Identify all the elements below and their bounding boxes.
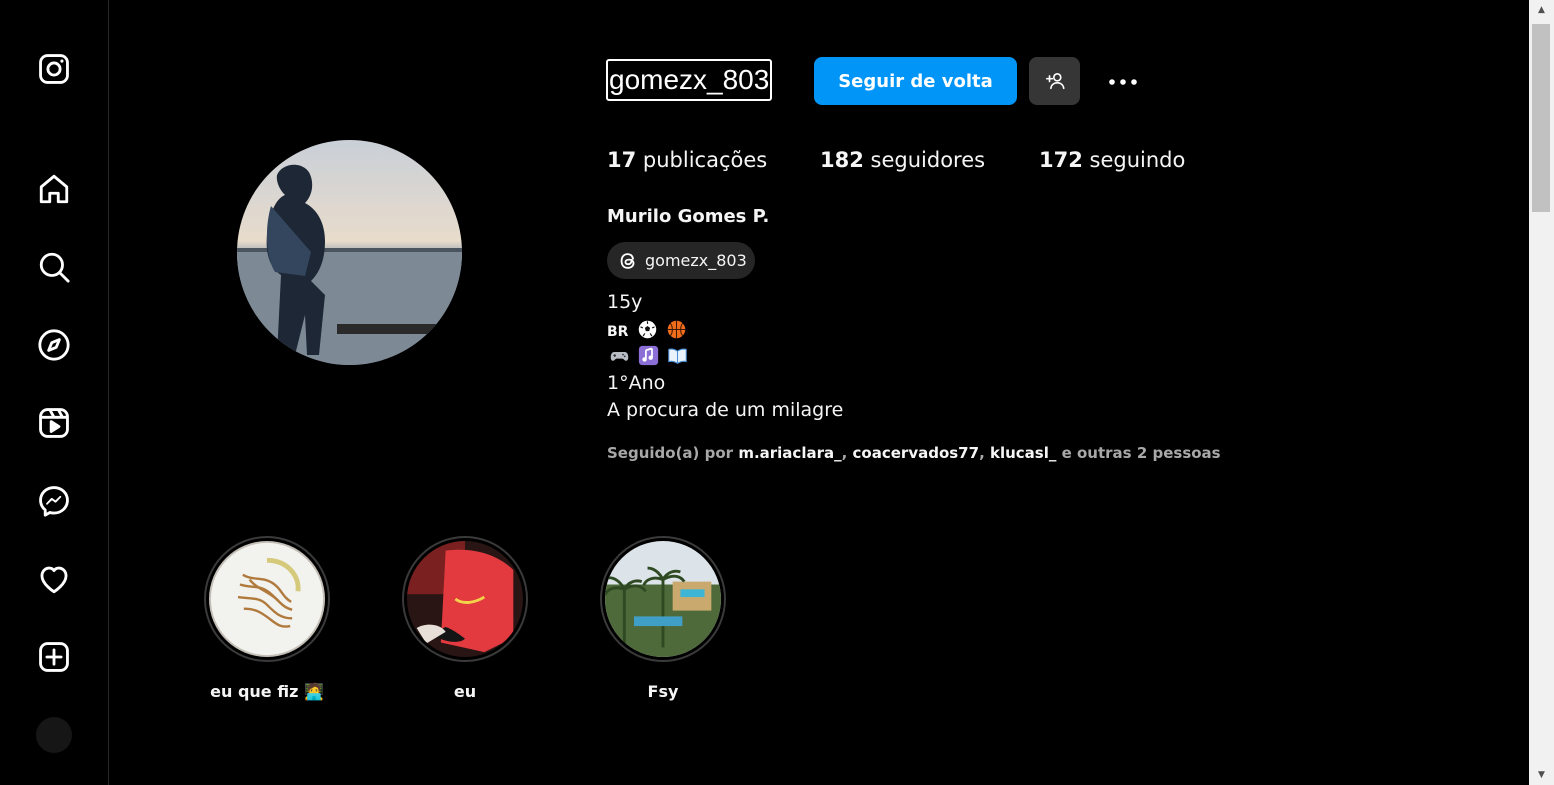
profile-full-name: Murilo Gomes P. (607, 206, 770, 227)
story-highlight[interactable]: eu (402, 536, 528, 701)
posts-count: 17 (607, 148, 637, 172)
basketball-icon (667, 320, 685, 339)
posts-label: publicações (642, 148, 768, 172)
highlight-cover (402, 536, 528, 662)
search-icon[interactable] (36, 249, 72, 285)
bio-line-motto: A procura de um milagre (607, 399, 844, 421)
story-highlight[interactable]: Fsy (600, 536, 726, 701)
bio-line-hobbies (607, 345, 688, 367)
followed-by-text: Seguido(a) por m.ariaclara_, coacervados… (607, 444, 1221, 462)
more-dots-icon (1109, 79, 1137, 85)
followers-stat[interactable]: 182 seguidores (820, 148, 985, 172)
scroll-up-arrow-icon[interactable]: ▲ (1529, 0, 1554, 20)
followed-by-separator: , (979, 444, 990, 462)
scrollbar-thumb[interactable] (1532, 24, 1550, 212)
music-notes-icon (638, 345, 659, 366)
mutual-follower-link[interactable]: klucasl_ (990, 444, 1056, 462)
profile-username[interactable]: gomezx_803 (606, 59, 773, 101)
highlight-label: eu (453, 682, 477, 701)
following-stat[interactable]: 172 seguindo (1039, 148, 1185, 172)
following-count: 172 (1039, 148, 1083, 172)
reels-icon[interactable] (36, 405, 72, 441)
mutual-follower-link[interactable]: m.ariaclara_ (738, 444, 841, 462)
game-controller-icon (610, 352, 629, 361)
highlight-cover (600, 536, 726, 662)
messenger-icon[interactable] (36, 483, 72, 519)
explore-compass-icon[interactable] (36, 327, 72, 363)
story-highlight[interactable]: eu que fiz 🧑‍💻 (204, 536, 330, 701)
highlight-label: eu que fiz 🧑‍💻 (210, 682, 324, 701)
bio-line-country: BR (607, 319, 687, 341)
threads-handle: gomezx_803 (645, 251, 747, 270)
bio-line-school-year: 1°Ano (607, 372, 666, 394)
followers-label: seguidores (870, 148, 986, 172)
soccer-ball-icon (638, 320, 656, 339)
add-person-icon (1045, 73, 1065, 90)
mutual-follower-link[interactable]: coacervados77 (853, 444, 980, 462)
page-scrollbar[interactable]: ▲ ▼ (1529, 0, 1554, 785)
instagram-profile-page: gomezx_803 Seguir de volta 17 publicaçõe… (0, 0, 1554, 785)
bio-line-age: 15y (607, 291, 643, 313)
highlight-label: Fsy (647, 682, 679, 701)
followed-by-prefix: Seguido(a) por (607, 444, 734, 462)
follow-back-button[interactable]: Seguir de volta (814, 57, 1017, 105)
profile-avatar[interactable] (237, 140, 462, 365)
open-book-icon (668, 348, 687, 365)
followers-count: 182 (820, 148, 864, 172)
following-label: seguindo (1089, 148, 1186, 172)
sidebar (0, 0, 109, 785)
followed-by-suffix[interactable]: e outras 2 pessoas (1062, 444, 1221, 462)
home-icon[interactable] (36, 171, 72, 207)
similar-accounts-button[interactable] (1029, 57, 1080, 105)
notifications-heart-icon[interactable] (36, 561, 72, 597)
scroll-down-arrow-icon[interactable]: ▼ (1529, 765, 1554, 785)
highlight-cover (204, 536, 330, 662)
profile-avatar-icon[interactable] (36, 717, 72, 753)
threads-icon (620, 252, 635, 269)
instagram-logo-icon[interactable] (36, 51, 72, 87)
followed-by-separator: , (841, 444, 853, 462)
threads-badge[interactable]: gomezx_803 (607, 242, 755, 279)
more-options-button[interactable] (1102, 68, 1144, 96)
create-plus-icon[interactable] (36, 639, 72, 675)
posts-stat: 17 publicações (607, 148, 767, 172)
country-code-text: BR (607, 324, 629, 340)
